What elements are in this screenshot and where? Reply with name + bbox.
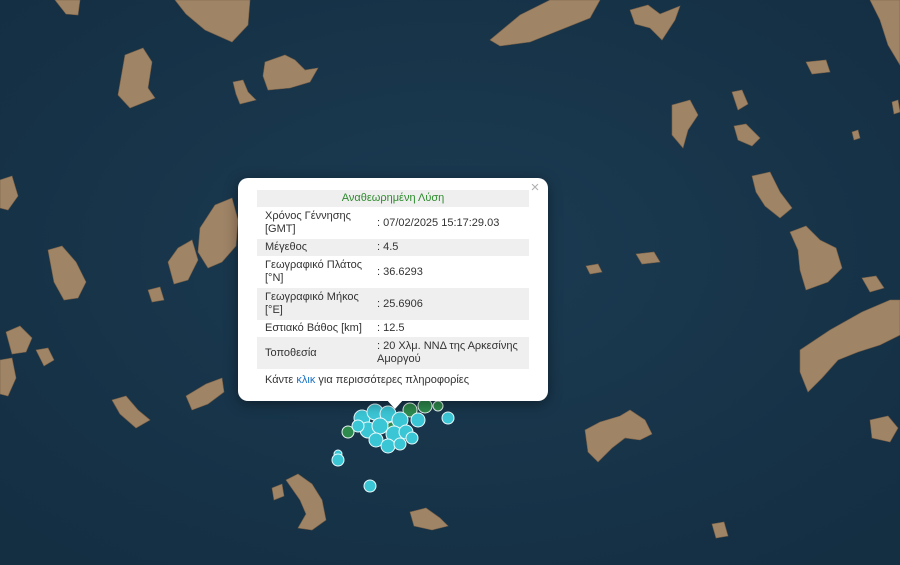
longitude-label: Γεωγραφικό Μήκος [°E] bbox=[265, 291, 359, 316]
location-value: : 20 Χλμ. ΝΝΔ της Αρκεσίνης Αμοργού bbox=[377, 340, 518, 365]
depth-value: : 12.5 bbox=[377, 322, 405, 334]
origin-time-label: Χρόνος Γέννησης [GMT] bbox=[265, 210, 351, 235]
magnitude-value: : 4.5 bbox=[377, 241, 399, 253]
more-info-prefix: Κάντε bbox=[265, 374, 294, 386]
row-depth: Εστιακό Βάθος [km] : 12.5 bbox=[257, 320, 529, 337]
popup-title: Αναθεωρημένη Λύση bbox=[257, 190, 529, 207]
quake-marker-old[interactable] bbox=[417, 398, 433, 414]
row-location: Τοποθεσία : 20 Χλμ. ΝΝΔ της Αρκεσίνης Αμ… bbox=[257, 337, 529, 369]
magnitude-label: Μέγεθος bbox=[265, 241, 308, 253]
quake-marker[interactable] bbox=[363, 479, 377, 493]
quake-marker[interactable] bbox=[351, 419, 365, 433]
quake-info-popup: × Αναθεωρημένη Λύση Χρόνος Γέννησης [GMT… bbox=[238, 178, 548, 401]
close-icon[interactable]: × bbox=[528, 180, 542, 195]
quake-marker[interactable] bbox=[393, 437, 407, 451]
more-info-line: Κάντε κλικ για περισσότερες πληροφορίες bbox=[265, 374, 469, 386]
location-label: Τοποθεσία bbox=[265, 346, 317, 359]
quake-marker[interactable] bbox=[410, 412, 426, 428]
more-info-link[interactable]: κλικ bbox=[296, 374, 315, 386]
quake-marker[interactable] bbox=[441, 411, 455, 425]
quake-marker[interactable] bbox=[371, 417, 389, 435]
quake-marker[interactable] bbox=[331, 453, 345, 467]
row-origin-time: Χρόνος Γέννησης [GMT] : 07/02/2025 15:17… bbox=[257, 207, 529, 239]
latitude-label: Γεωγραφικό Πλάτος [°N] bbox=[265, 259, 363, 284]
quake-info-table: Αναθεωρημένη Λύση Χρόνος Γέννησης [GMT] … bbox=[257, 190, 529, 369]
row-longitude: Γεωγραφικό Μήκος [°E] : 25.6906 bbox=[257, 288, 529, 320]
quake-marker-old[interactable] bbox=[432, 400, 444, 412]
row-magnitude: Μέγεθος : 4.5 bbox=[257, 239, 529, 256]
latitude-value: : 36.6293 bbox=[377, 265, 423, 278]
quake-marker[interactable] bbox=[380, 438, 396, 454]
depth-label: Εστιακό Βάθος [km] bbox=[265, 322, 362, 334]
more-info-suffix: για περισσότερες πληροφορίες bbox=[318, 374, 469, 386]
row-latitude: Γεωγραφικό Πλάτος [°N] : 36.6293 bbox=[257, 256, 529, 288]
quake-marker[interactable] bbox=[405, 431, 419, 445]
longitude-value: : 25.6906 bbox=[377, 297, 423, 310]
origin-time-value: : 07/02/2025 15:17:29.03 bbox=[377, 216, 500, 229]
popup-tip bbox=[386, 399, 404, 409]
